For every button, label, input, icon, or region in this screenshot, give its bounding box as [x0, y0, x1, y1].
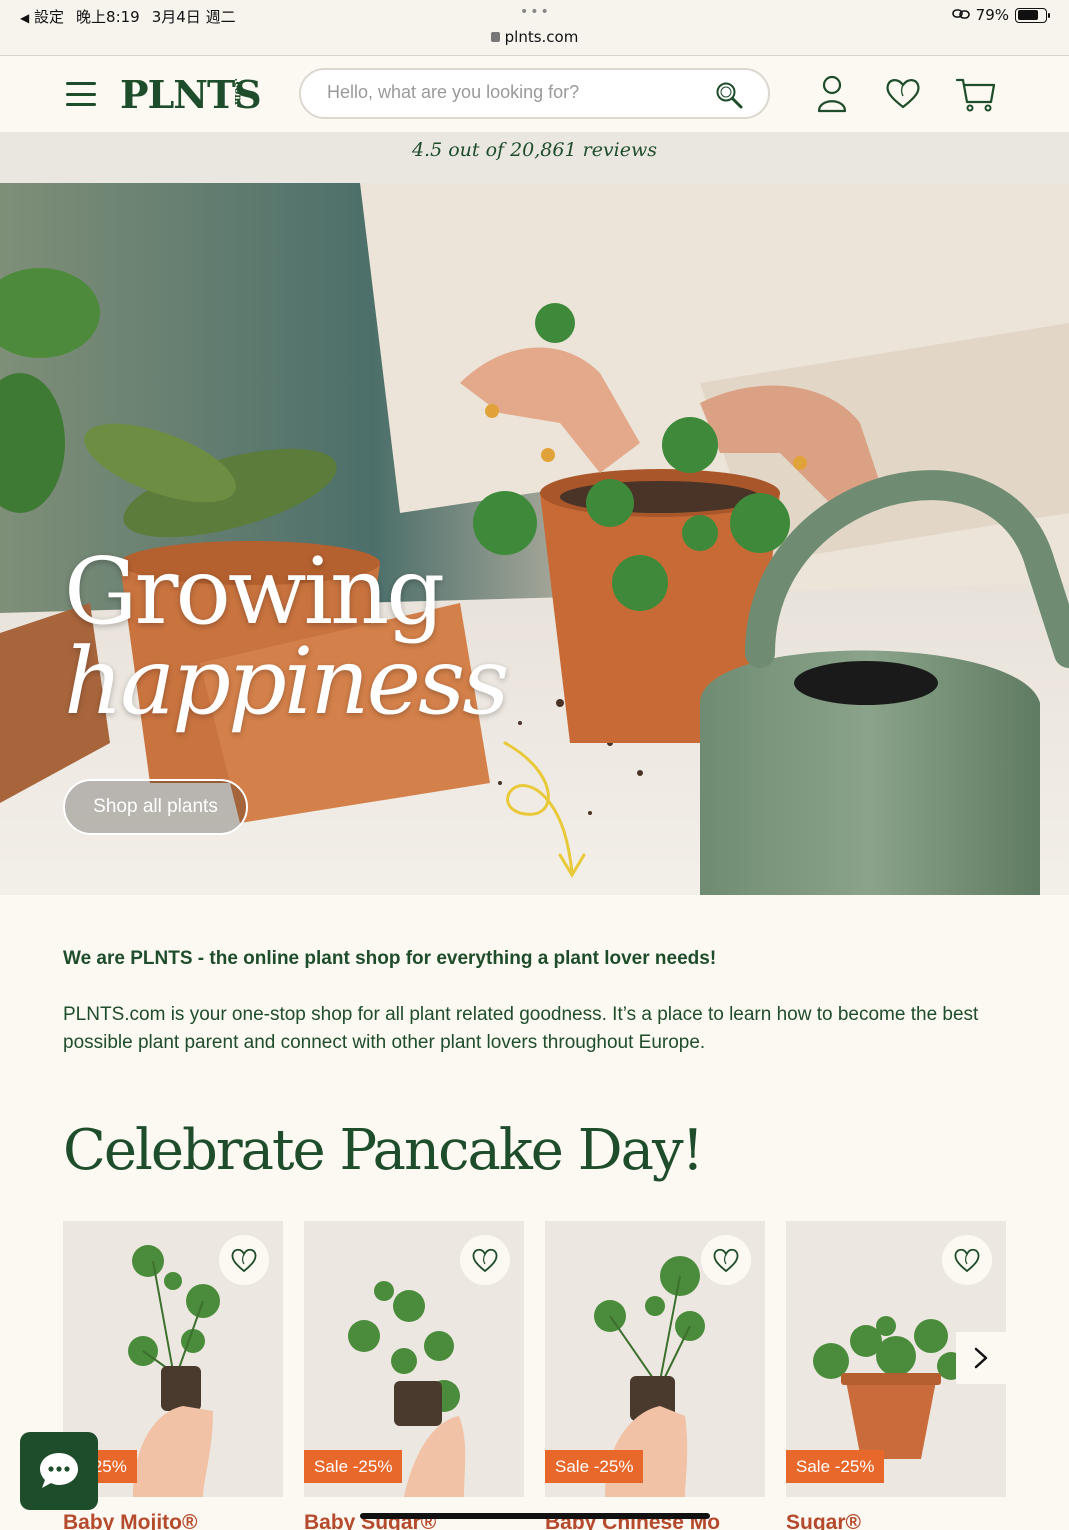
status-right: 79%	[951, 6, 1050, 24]
heart-icon[interactable]	[219, 1235, 269, 1285]
hero-title-line2: happiness	[64, 628, 509, 735]
cart-icon[interactable]	[955, 74, 997, 118]
hero-banner: Growing happiness Shop all plants	[0, 183, 1069, 895]
address-bar[interactable]: plnts.com	[0, 28, 1069, 46]
reviews-banner[interactable]: 4.5 out of 20,861 reviews	[0, 132, 1069, 183]
sale-badge: Sale -25%	[304, 1450, 403, 1483]
logo-suffix: .com	[232, 78, 243, 105]
heart-icon[interactable]	[884, 74, 922, 116]
heart-icon[interactable]	[942, 1235, 992, 1285]
product-name[interactable]: Baby Mojito®	[63, 1511, 197, 1530]
search-icon[interactable]	[714, 80, 744, 114]
heart-icon[interactable]	[701, 1235, 751, 1285]
home-indicator[interactable]	[360, 1513, 710, 1519]
heart-icon[interactable]	[460, 1235, 510, 1285]
battery-percent: 79%	[975, 6, 1009, 24]
search-bar[interactable]	[299, 68, 770, 119]
status-date: 3月4日 週二	[151, 8, 236, 26]
status-time: 晚上8:19	[76, 8, 140, 26]
section-title: Celebrate Pancake Day!	[63, 1118, 704, 1183]
url-text: plnts.com	[504, 28, 579, 46]
sale-badge: Sale -25%	[545, 1450, 644, 1483]
lock-icon	[490, 32, 500, 42]
more-dots-icon[interactable]: •••	[520, 4, 551, 20]
back-to-settings[interactable]: ◀ 設定	[20, 6, 64, 27]
intro-heading: We are PLNTS - the online plant shop for…	[63, 948, 717, 969]
site-header: PLNTS .com	[0, 56, 1069, 132]
product-name[interactable]: Sugar®	[786, 1511, 861, 1530]
search-input[interactable]	[327, 82, 707, 103]
battery-icon	[1015, 7, 1050, 23]
chevron-right-icon[interactable]	[956, 1332, 1006, 1384]
user-icon[interactable]	[816, 74, 848, 118]
shop-all-plants-button[interactable]: Shop all plants	[63, 779, 248, 835]
sale-badge: Sale -25%	[786, 1450, 885, 1483]
product-card[interactable]: Sale -25% Baby Chinese Mo	[545, 1221, 765, 1530]
status-left: ◀ 設定 晚上8:19 3月4日 週二	[20, 6, 236, 27]
chat-icon[interactable]	[20, 1432, 98, 1510]
back-arrow-icon: ◀	[20, 11, 30, 25]
hamburger-icon[interactable]	[66, 82, 96, 106]
link-icon	[951, 6, 970, 24]
back-label: 設定	[34, 8, 65, 26]
intro-paragraph: PLNTS.com is your one-stop shop for all …	[63, 1004, 979, 1053]
status-bar: ◀ 設定 晚上8:19 3月4日 週二 ••• plnts.com 79%	[0, 0, 1069, 56]
product-card[interactable]: Sale -25% Baby Sugar®	[304, 1221, 524, 1530]
